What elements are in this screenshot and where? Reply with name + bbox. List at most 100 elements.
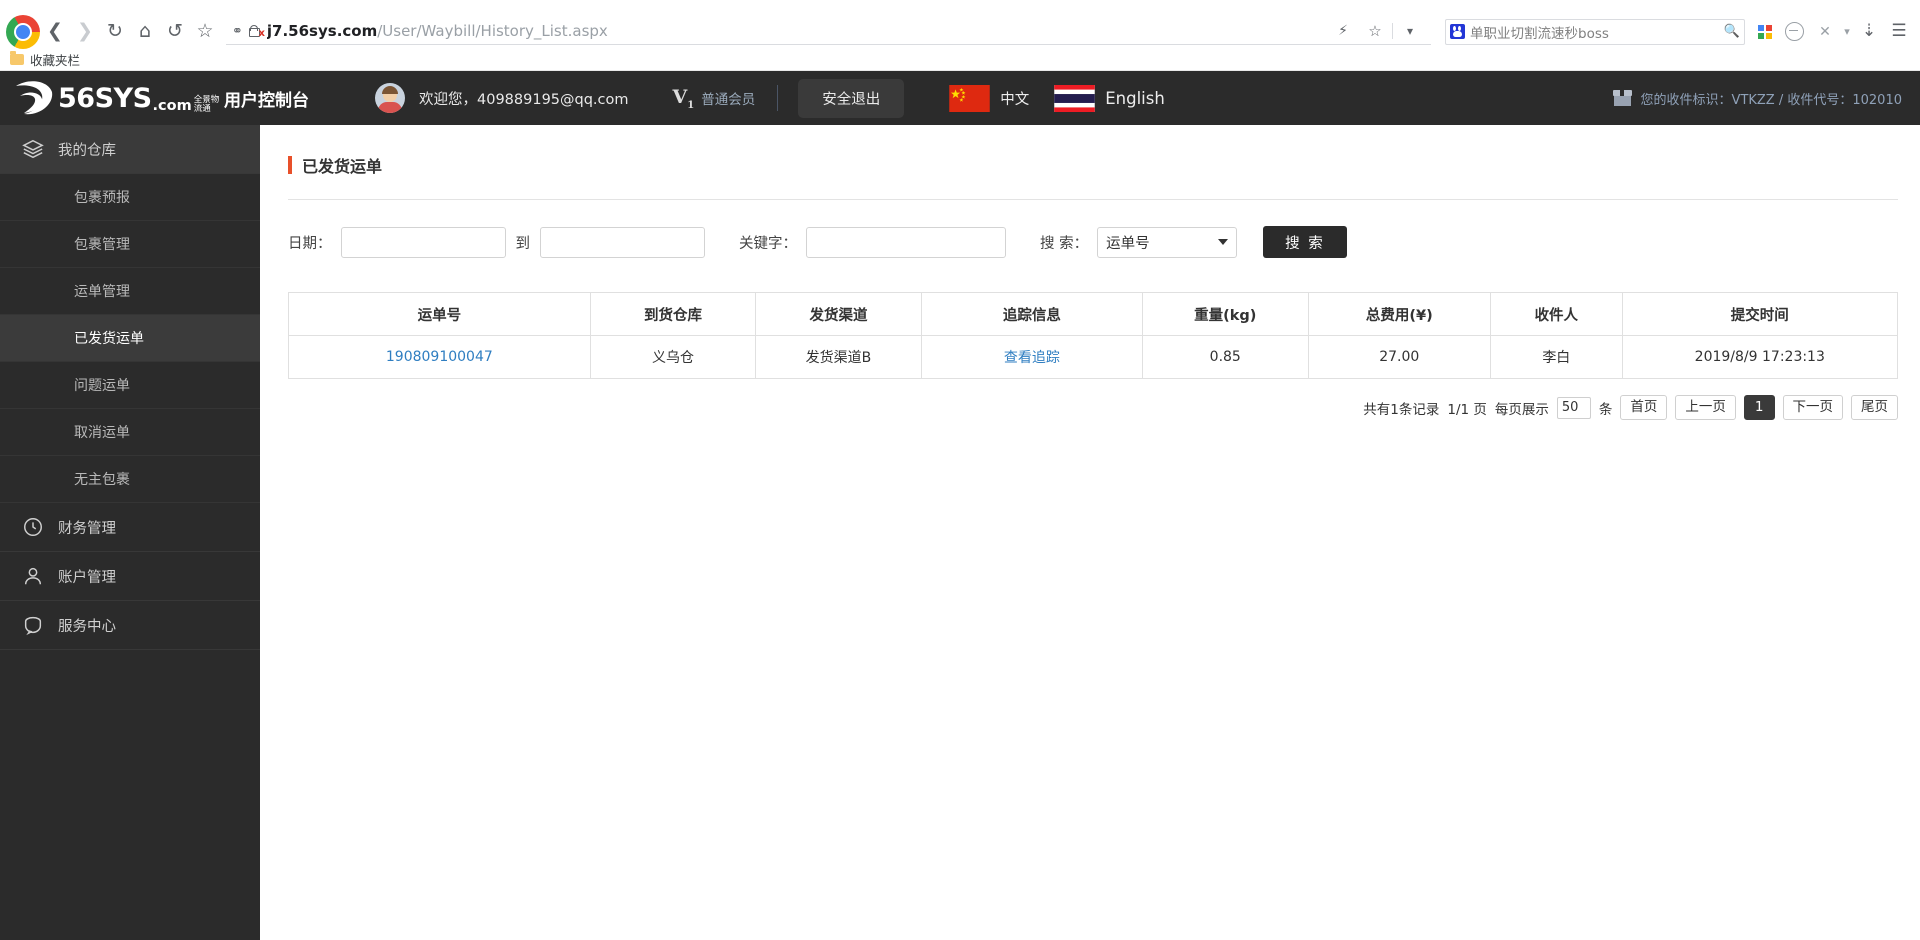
download-icon[interactable]: ⇣ [1854,17,1884,47]
shield-icon: ⚭ [232,23,243,39]
logo-brand: 56SYS [58,82,152,114]
apps-grid-icon[interactable] [1758,24,1772,39]
waybill-no-link[interactable]: 190809100047 [386,349,493,365]
sidebar-item-shipped-waybill[interactable]: 已发货运单 [0,315,260,362]
search-icon[interactable]: 🔍 [1724,24,1740,39]
history-back-icon[interactable]: ↺ [160,17,190,47]
browser-toolbar: ❮ ❯ ↻ ⌂ ↺ ☆ ⚭ x j7.56sys.com/User/Waybil… [0,14,1920,49]
chevron-down-icon-toolbar[interactable]: ▾ [1840,17,1854,47]
sidebar-group-service[interactable]: 服务中心 [0,601,260,650]
user-icon [22,565,44,587]
last-page-button[interactable]: 尾页 [1851,395,1898,420]
sidebar-item-label: 无主包裹 [74,472,130,488]
per-page-input[interactable] [1556,396,1591,419]
vip-level: V1 普通会员 [673,86,756,111]
avatar[interactable] [375,83,405,113]
thailand-flag-icon [1053,84,1096,112]
package-box-icon [1612,90,1632,106]
page-layout: 我的仓库 包裹预报 包裹管理 运单管理 已发货运单 问题运单 取消运单 无主包裹… [0,125,1920,940]
search-field-select[interactable]: 运单号 [1097,226,1238,258]
date-to-label: 到 [515,235,531,252]
keyword-input[interactable] [806,226,1006,258]
date-to-input[interactable] [540,226,705,258]
search-box[interactable]: 单职业切割流速秒boss 🔍 [1445,18,1745,45]
search-field-label: 搜 索： [1040,235,1089,252]
chevron-down-icon[interactable]: ▾ [1395,16,1425,46]
sidebar-item-forecast[interactable]: 包裹预报 [0,174,260,221]
omnibox-divider [1392,23,1393,39]
lang-label-cn[interactable]: 中文 [1000,88,1029,109]
star-icon[interactable]: ☆ [190,17,220,47]
col-weight: 重量(kg) [1141,292,1309,336]
address-bar[interactable]: ⚭ x j7.56sys.com/User/Waybill/History_Li… [226,18,1431,45]
logo-text: 56SYS .com 全景物流通 [58,83,226,114]
sidebar-item-cancelled-waybill[interactable]: 取消运单 [0,409,260,456]
chrome-logo-icon [6,14,40,49]
forward-arrow-icon: ❯ [77,20,93,42]
close-x-icon[interactable]: ✕ [1810,17,1840,47]
lock-broken-icon[interactable]: x [248,25,265,39]
lightning-icon[interactable]: ⚡ [1328,16,1358,46]
clock-icon [22,516,44,538]
date-from-input[interactable] [340,226,506,258]
shield-icon [22,614,44,636]
cell-weight: 0.85 [1141,335,1309,379]
receiver-id-text: 您的收件标识：VTKZZ / 收件代号：102010 [1640,92,1902,108]
prev-page-button[interactable]: 上一页 [1675,395,1736,420]
col-total-fee: 总费用(¥) [1307,292,1492,336]
back-arrow-icon[interactable]: ❮ [40,17,70,47]
col-submit-time: 提交时间 [1621,292,1899,336]
star-outline-icon[interactable]: ☆ [1360,16,1390,46]
reload-icon[interactable]: ↻ [100,17,130,47]
receiver-id-block: 您的收件标识：VTKZZ / 收件代号：102010 [1612,89,1920,108]
total-records-text: 共有1条记录 [1363,401,1440,418]
site-logo[interactable]: 56SYS .com 全景物流通 [10,76,219,120]
cell-warehouse: 义乌仓 [589,335,757,379]
search-input[interactable]: 单职业切割流速秒boss [1470,22,1724,42]
home-icon[interactable]: ⌂ [130,17,160,47]
sidebar-item-label: 包裹预报 [74,190,130,206]
sidebar-item-label: 已发货运单 [74,331,144,347]
layers-icon [22,138,44,160]
url-path: /User/Waybill/History_List.aspx [377,22,608,40]
sidebar-item-unclaimed-package[interactable]: 无主包裹 [0,456,260,503]
cell-waybill-no: 190809100047 [288,335,591,379]
browser-chrome: ❮ ❯ ↻ ⌂ ↺ ☆ ⚭ x j7.56sys.com/User/Waybil… [0,0,1920,71]
lang-switch-cn[interactable]: 中文 [948,84,1029,112]
filter-bar: 日期： 到 关键字： 搜 索： 运单号 搜 索 [260,200,1920,258]
view-tracking-link[interactable]: 查看追踪 [1004,350,1060,366]
console-title: 用户控制台 [224,90,309,111]
sidebar-group-label: 服务中心 [58,618,116,635]
first-page-button[interactable]: 首页 [1620,395,1668,420]
current-page-button[interactable]: 1 [1743,395,1775,420]
page-indicator-text: 1/1 页 [1447,401,1487,418]
logo-chinese-tagline: 全景物流通 [193,94,220,114]
search-button[interactable]: 搜 索 [1263,226,1347,258]
sidebar-group-finance[interactable]: 财务管理 [0,503,260,552]
cell-receiver: 李白 [1490,335,1623,379]
lang-label-en[interactable]: English [1105,89,1165,108]
sidebar-group-label: 我的仓库 [58,142,116,159]
sidebar: 我的仓库 包裹预报 包裹管理 运单管理 已发货运单 问题运单 取消运单 无主包裹… [0,125,260,940]
col-tracking: 追踪信息 [920,292,1143,336]
circle-minus-icon[interactable] [1785,22,1804,41]
lang-switch-en[interactable]: English [1053,84,1165,112]
bookmarks-bar: 收藏夹栏 [0,49,1920,71]
baidu-paw-icon [1450,24,1465,39]
logo-swoosh-icon [10,76,56,120]
next-page-button[interactable]: 下一页 [1782,395,1843,420]
bookmark-folder-label[interactable]: 收藏夹栏 [30,50,80,69]
sidebar-item-package-mgmt[interactable]: 包裹管理 [0,221,260,268]
sidebar-item-waybill-mgmt[interactable]: 运单管理 [0,268,260,315]
sidebar-item-label: 运单管理 [74,284,130,300]
sidebar-group-warehouse[interactable]: 我的仓库 [0,125,260,174]
per-page-label: 每页展示 [1494,401,1549,418]
hamburger-menu-icon[interactable]: ☰ [1884,17,1914,47]
col-waybill-no: 运单号 [288,292,591,336]
url-domain: j7.56sys.com [266,22,378,40]
sidebar-item-problem-waybill[interactable]: 问题运单 [0,362,260,409]
sidebar-group-account[interactable]: 账户管理 [0,552,260,601]
logout-button[interactable]: 安全退出 [798,78,905,118]
col-warehouse: 到货仓库 [589,292,757,336]
col-channel: 发货渠道 [755,292,922,336]
